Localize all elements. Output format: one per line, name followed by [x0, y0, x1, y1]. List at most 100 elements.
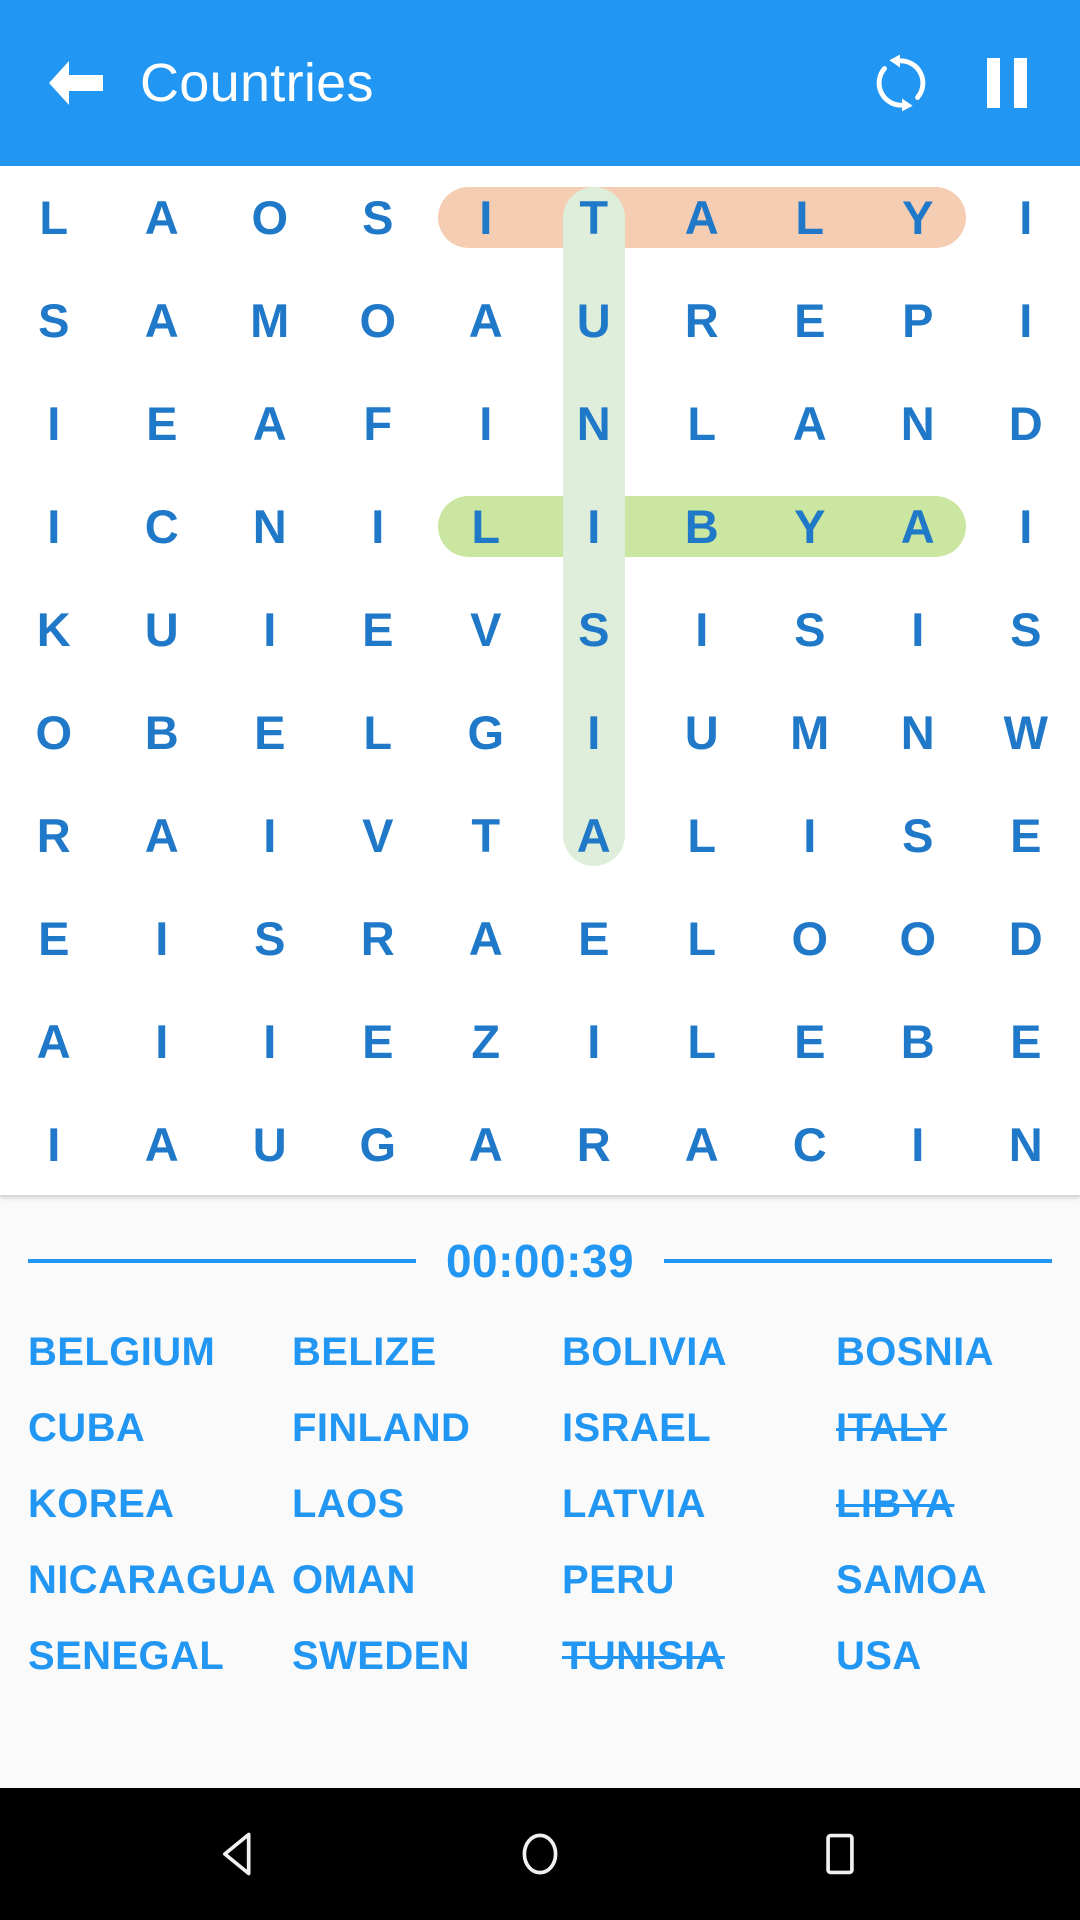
grid-cell[interactable]: I	[216, 578, 324, 681]
grid-cell[interactable]: E	[324, 990, 432, 1093]
grid-cell[interactable]: N	[864, 372, 972, 475]
grid-cell[interactable]: P	[864, 269, 972, 372]
grid-cell[interactable]: Y	[864, 166, 972, 269]
puzzle-grid[interactable]: LAOSITALYISAMOAUREPIIEAFINLANDICNILIBYAI…	[0, 166, 1080, 1196]
grid-cell[interactable]: O	[216, 166, 324, 269]
grid-cell[interactable]: I	[864, 578, 972, 681]
grid-cell[interactable]: N	[864, 681, 972, 784]
grid-cell[interactable]: I	[540, 475, 648, 578]
grid-cell[interactable]: L	[648, 990, 756, 1093]
grid-cell[interactable]: A	[864, 475, 972, 578]
grid-cell[interactable]: A	[648, 1093, 756, 1196]
grid-cell[interactable]: S	[324, 166, 432, 269]
grid-cell[interactable]: V	[324, 784, 432, 887]
grid-cell[interactable]: L	[756, 166, 864, 269]
grid-cell[interactable]: A	[0, 990, 108, 1093]
grid-cell[interactable]: K	[0, 578, 108, 681]
grid-cell[interactable]: I	[432, 166, 540, 269]
grid-cell[interactable]: F	[324, 372, 432, 475]
grid-cell[interactable]: I	[108, 887, 216, 990]
grid-cell[interactable]: G	[432, 681, 540, 784]
grid-cell[interactable]: R	[324, 887, 432, 990]
grid-cell[interactable]: S	[972, 578, 1080, 681]
grid-cell[interactable]: I	[216, 784, 324, 887]
grid-cell[interactable]: E	[216, 681, 324, 784]
grid-cell[interactable]: D	[972, 372, 1080, 475]
grid-cell[interactable]: E	[972, 990, 1080, 1093]
grid-cell[interactable]: A	[432, 269, 540, 372]
grid-cell[interactable]: G	[324, 1093, 432, 1196]
grid-cell[interactable]: L	[648, 372, 756, 475]
grid-cell[interactable]: I	[0, 475, 108, 578]
grid-cell[interactable]: I	[432, 372, 540, 475]
grid-cell[interactable]: I	[864, 1093, 972, 1196]
grid-cell[interactable]: L	[0, 166, 108, 269]
grid-cell[interactable]: I	[540, 681, 648, 784]
grid-cell[interactable]: A	[108, 784, 216, 887]
grid-cell[interactable]: A	[432, 1093, 540, 1196]
grid-cell[interactable]: I	[756, 784, 864, 887]
grid-cell[interactable]: I	[324, 475, 432, 578]
grid-cell[interactable]: M	[756, 681, 864, 784]
grid-cell[interactable]: B	[108, 681, 216, 784]
grid-cell[interactable]: R	[0, 784, 108, 887]
grid-cell[interactable]: A	[432, 887, 540, 990]
nav-recents-button[interactable]	[780, 1809, 900, 1899]
grid-cell[interactable]: A	[648, 166, 756, 269]
grid-cell[interactable]: M	[216, 269, 324, 372]
grid-cell[interactable]: T	[540, 166, 648, 269]
grid-cell[interactable]: R	[540, 1093, 648, 1196]
pause-button[interactable]	[968, 44, 1046, 122]
grid-cell[interactable]: A	[540, 784, 648, 887]
grid-cell[interactable]: I	[648, 578, 756, 681]
grid-cell[interactable]: E	[756, 990, 864, 1093]
grid-cell[interactable]: Z	[432, 990, 540, 1093]
grid-cell[interactable]: U	[216, 1093, 324, 1196]
grid-cell[interactable]: U	[108, 578, 216, 681]
grid-cell[interactable]: L	[324, 681, 432, 784]
puzzle-grid-panel[interactable]: LAOSITALYISAMOAUREPIIEAFINLANDICNILIBYAI…	[0, 166, 1080, 1196]
grid-cell[interactable]: A	[108, 166, 216, 269]
grid-cell[interactable]: I	[0, 372, 108, 475]
grid-cell[interactable]: O	[756, 887, 864, 990]
grid-cell[interactable]: A	[216, 372, 324, 475]
grid-cell[interactable]: L	[432, 475, 540, 578]
grid-cell[interactable]: C	[108, 475, 216, 578]
grid-cell[interactable]: I	[108, 990, 216, 1093]
grid-cell[interactable]: S	[756, 578, 864, 681]
grid-cell[interactable]: E	[756, 269, 864, 372]
grid-cell[interactable]: I	[972, 475, 1080, 578]
back-button[interactable]	[40, 47, 112, 119]
grid-cell[interactable]: O	[0, 681, 108, 784]
grid-cell[interactable]: O	[324, 269, 432, 372]
grid-cell[interactable]: S	[540, 578, 648, 681]
grid-cell[interactable]: S	[0, 269, 108, 372]
nav-back-button[interactable]	[180, 1809, 300, 1899]
grid-cell[interactable]: E	[0, 887, 108, 990]
grid-cell[interactable]: N	[540, 372, 648, 475]
grid-cell[interactable]: U	[540, 269, 648, 372]
grid-cell[interactable]: W	[972, 681, 1080, 784]
grid-cell[interactable]: I	[972, 166, 1080, 269]
grid-cell[interactable]: R	[648, 269, 756, 372]
grid-cell[interactable]: A	[108, 269, 216, 372]
grid-cell[interactable]: O	[864, 887, 972, 990]
grid-cell[interactable]: E	[324, 578, 432, 681]
nav-home-button[interactable]	[480, 1809, 600, 1899]
grid-cell[interactable]: I	[216, 990, 324, 1093]
grid-cell[interactable]: Y	[756, 475, 864, 578]
shuffle-button[interactable]	[862, 44, 940, 122]
grid-cell[interactable]: B	[648, 475, 756, 578]
grid-cell[interactable]: L	[648, 784, 756, 887]
grid-cell[interactable]: N	[972, 1093, 1080, 1196]
grid-cell[interactable]: C	[756, 1093, 864, 1196]
grid-cell[interactable]: A	[756, 372, 864, 475]
grid-cell[interactable]: I	[540, 990, 648, 1093]
grid-cell[interactable]: I	[0, 1093, 108, 1196]
grid-cell[interactable]: S	[864, 784, 972, 887]
grid-cell[interactable]: I	[972, 269, 1080, 372]
grid-cell[interactable]: B	[864, 990, 972, 1093]
grid-cell[interactable]: U	[648, 681, 756, 784]
grid-cell[interactable]: T	[432, 784, 540, 887]
grid-cell[interactable]: S	[216, 887, 324, 990]
